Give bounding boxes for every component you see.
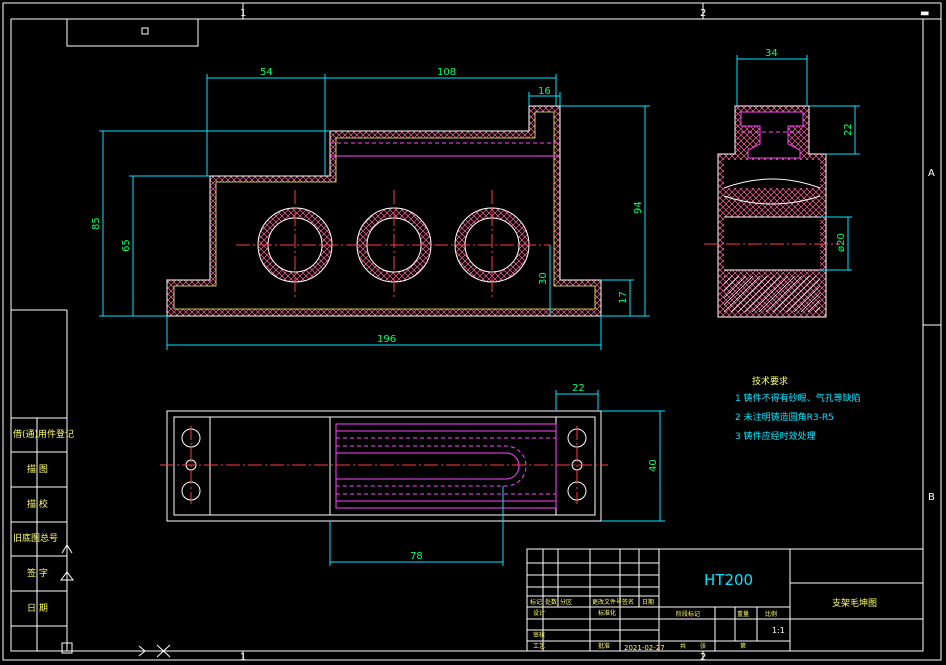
dim-16: 16 — [538, 86, 551, 97]
zone-label-right-a: A — [928, 168, 935, 179]
tb-header-count: 处数 — [545, 598, 557, 606]
cad-drawing-canvas[interactable]: 1 2 1 2 A B ▬ 54 108 16 85 65 94 30 17 1… — [0, 0, 946, 665]
dim-22-plan: 22 — [572, 383, 585, 394]
tb-total: 共 — [680, 642, 686, 650]
note-line-3: 3 铸件应经时效处理 — [735, 430, 816, 442]
plan-view — [160, 390, 665, 566]
dim-30: 30 — [538, 272, 549, 285]
sheet-border — [2, 2, 942, 661]
tb-sheets: 张 — [700, 642, 706, 650]
sheet-corner-marker: ▬ — [920, 8, 929, 19]
side-view — [704, 55, 860, 318]
side-label-old-number: 旧底图总号 — [13, 532, 58, 544]
side-label-date: 日 期 — [27, 603, 48, 614]
note-line-1: 1 铸件不得有砂眼、气孔等缺陷 — [735, 392, 861, 404]
dim-17: 17 — [618, 291, 629, 304]
tb-design: 设计 — [533, 609, 545, 617]
zone-label-top-2: 2 — [700, 8, 706, 19]
tb-process: 工艺 — [533, 642, 545, 650]
dim-65: 65 — [121, 239, 132, 252]
part-name: 支架毛坤图 — [832, 597, 877, 609]
dim-196: 196 — [377, 334, 396, 345]
tb-header-sign: 签名 — [622, 598, 634, 606]
tb-header-mark: 标记 — [530, 598, 542, 606]
front-view — [166, 105, 602, 317]
tb-weight: 重量 — [737, 610, 749, 618]
tb-review: 审核 — [533, 631, 545, 639]
dim-108: 108 — [437, 67, 456, 78]
dim-78: 78 — [410, 551, 423, 562]
dim-22-side: 22 — [843, 123, 854, 136]
zone-label-bottom-2: 2 — [700, 652, 706, 663]
dim-85: 85 — [91, 217, 102, 230]
reverse-code-box — [66, 18, 199, 47]
dim-34: 34 — [765, 48, 778, 59]
tb-standardization: 标准化 — [598, 609, 616, 617]
dim-94: 94 — [633, 201, 644, 214]
ucs-axis-icon — [60, 544, 171, 658]
scale-value: 1:1 — [772, 626, 785, 635]
zone-label-right-b: B — [928, 492, 935, 503]
technical-notes: 技术要求 1 铸件不得有砂眼、气孔等缺陷 2 未注明铸造圆角R3-R5 3 铸件… — [735, 375, 861, 442]
tb-ratio: 比例 — [765, 610, 777, 618]
dim-diameter-20: ø20 — [836, 233, 847, 252]
drawing-date: 2021-02-27 — [624, 644, 665, 652]
side-label-signature: 签 字 — [27, 567, 48, 579]
side-label-trace: 描 图 — [27, 463, 48, 475]
dim-54: 54 — [260, 67, 273, 78]
side-label-borrow: 借(通)用件登记 — [13, 428, 74, 440]
tb-header-zone: 分区 — [560, 598, 572, 606]
tb-header-docno: 更改文件号 — [592, 598, 622, 606]
zone-label-bottom-1: 1 — [240, 652, 246, 663]
zone-label-top-1: 1 — [240, 8, 246, 19]
notes-title: 技术要求 — [752, 375, 788, 387]
side-registration-column — [11, 309, 68, 651]
note-line-2: 2 未注明铸造圆角R3-R5 — [735, 411, 834, 423]
tb-stage-mark: 阶段标记 — [676, 610, 700, 618]
dim-40: 40 — [648, 459, 659, 472]
side-label-check: 描 校 — [27, 498, 48, 510]
material-label: HT200 — [704, 571, 753, 589]
tb-header-date: 日期 — [642, 598, 654, 606]
tb-approve: 批准 — [598, 642, 610, 650]
tb-number: 第 — [740, 642, 746, 650]
